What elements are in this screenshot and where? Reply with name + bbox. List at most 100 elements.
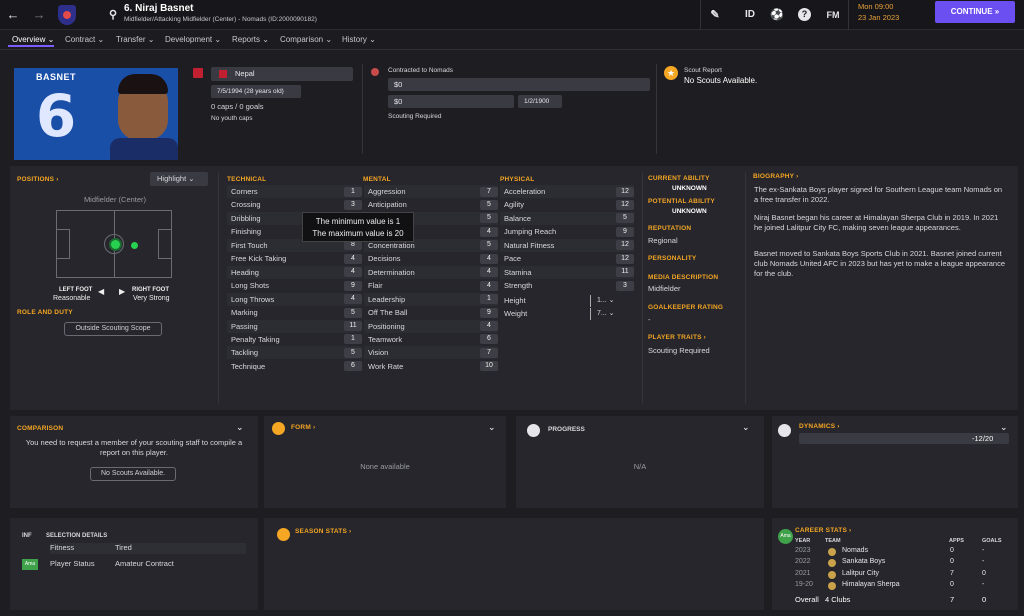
continue-label: CONTINUE: [950, 7, 993, 16]
biography-title[interactable]: BIOGRAPHY ›: [753, 173, 798, 180]
right-foot-value: Very Strong: [133, 295, 170, 302]
attribute-name[interactable]: Agility: [504, 198, 524, 211]
attribute-name[interactable]: Positioning: [368, 320, 405, 333]
attribute-name[interactable]: Natural Fitness: [504, 239, 554, 252]
career-team[interactable]: Himalayan Sherpa: [842, 581, 900, 588]
attribute-value: 6: [344, 361, 362, 372]
attribute-value: 5: [480, 213, 498, 224]
attribute-value: 4: [344, 294, 362, 305]
attribute-name[interactable]: Strength: [504, 279, 532, 292]
height-dropdown[interactable]: 1... ⌄: [590, 295, 630, 307]
biography-label: BIOGRAPHY: [753, 173, 795, 180]
attribute-name[interactable]: Long Shots: [231, 279, 269, 292]
attribute-name[interactable]: Marking: [231, 306, 258, 319]
attribute-name[interactable]: Tackling: [231, 346, 258, 359]
chevron-down-icon[interactable]: ⌄: [1000, 422, 1008, 433]
positions-title[interactable]: POSITIONS ›: [17, 176, 59, 183]
tab-comparison[interactable]: Comparison ⌄: [280, 35, 332, 44]
tab-history[interactable]: History ⌄: [342, 35, 376, 44]
physical-title: PHYSICAL: [500, 176, 535, 183]
football-icon[interactable]: ⚽: [770, 8, 784, 22]
attribute-name[interactable]: Flair: [368, 279, 383, 292]
left-foot-label: LEFT FOOT: [59, 287, 93, 293]
back-arrow-icon[interactable]: ←: [6, 8, 20, 22]
chevron-down-icon[interactable]: ⌄: [488, 422, 496, 433]
continue-button[interactable]: CONTINUE »: [935, 1, 1015, 23]
attribute-name[interactable]: Penalty Taking: [231, 333, 280, 346]
help-icon[interactable]: ?: [798, 8, 811, 21]
current-ability-value: UNKNOWN: [672, 185, 707, 192]
fm-menu-button[interactable]: FM: [824, 8, 842, 22]
attribute-name[interactable]: Vision: [368, 346, 388, 359]
career-apps: 0: [950, 581, 954, 589]
attribute-name[interactable]: Stamina: [504, 266, 532, 279]
attribute-name[interactable]: Teamwork: [368, 333, 402, 346]
attribute-name[interactable]: Heading: [231, 266, 259, 279]
search-icon[interactable]: ⚲: [106, 8, 120, 22]
attribute-value: 5: [344, 347, 362, 358]
tab-development[interactable]: Development ⌄: [165, 35, 221, 44]
player-traits-title[interactable]: PLAYER TRAITS ›: [648, 334, 706, 341]
nationality-field[interactable]: Nepal: [211, 67, 353, 81]
form-icon: [272, 422, 285, 435]
attribute-name[interactable]: Decisions: [368, 252, 401, 265]
attribute-name[interactable]: First Touch: [231, 239, 268, 252]
dynamics-title[interactable]: DYNAMICS ›: [799, 423, 840, 430]
tab-reports[interactable]: Reports ⌄: [232, 35, 269, 44]
weight-dropdown[interactable]: 7... ⌄: [590, 308, 630, 320]
attribute-name[interactable]: Aggression: [368, 185, 406, 198]
tab-transfer[interactable]: Transfer ⌄: [116, 35, 154, 44]
attribute-value: 1: [344, 334, 362, 345]
season-stats-title[interactable]: SEASON STATS ›: [295, 528, 351, 535]
attribute-name[interactable]: Balance: [504, 212, 531, 225]
progress-panel: PROGRESS ⌄ N/A: [516, 416, 764, 508]
attribute-value: 4: [344, 253, 362, 264]
attribute-name[interactable]: Finishing: [231, 225, 261, 238]
chevron-down-icon[interactable]: ⌄: [742, 422, 750, 433]
attribute-name[interactable]: Acceleration: [504, 185, 545, 198]
career-team[interactable]: Lalitpur City: [842, 570, 879, 577]
career-year: 19-20: [795, 581, 813, 589]
top-bar: ← → ⚲ 6. Niraj Basnet Midfielder/Attacki…: [0, 0, 1024, 30]
highlight-label: Highlight: [157, 174, 187, 183]
chevron-down-icon[interactable]: ⌄: [236, 422, 244, 433]
highlight-dropdown[interactable]: Highlight ⌄: [150, 172, 208, 186]
attribute-name[interactable]: Jumping Reach: [504, 225, 556, 238]
attribute-name[interactable]: Off The Ball: [368, 306, 407, 319]
career-team[interactable]: Sankata Boys: [842, 558, 885, 565]
attribute-name[interactable]: Crossing: [231, 198, 261, 211]
attribute-name[interactable]: Anticipation: [368, 198, 407, 211]
attribute-name[interactable]: Pace: [504, 252, 521, 265]
career-team[interactable]: Nomads: [842, 547, 868, 554]
date-time: Mon 09:00: [858, 2, 894, 11]
primary-position-marker: [111, 240, 120, 249]
form-title[interactable]: FORM ›: [291, 424, 315, 431]
id-button[interactable]: ID: [740, 8, 760, 22]
tab-contract[interactable]: Contract ⌄: [65, 35, 104, 44]
attribute-name[interactable]: Leadership: [368, 293, 405, 306]
club-crest-icon: [828, 582, 836, 591]
attribute-name[interactable]: Free Kick Taking: [231, 252, 286, 265]
attribute-value: 3: [344, 199, 362, 210]
attribute-name[interactable]: Dribbling: [231, 212, 261, 225]
forward-arrow-icon[interactable]: →: [32, 8, 46, 22]
dynamics-icon: [778, 424, 791, 437]
attribute-name[interactable]: Determination: [368, 266, 415, 279]
potential-ability-value: UNKNOWN: [672, 208, 707, 215]
attribute-name[interactable]: Technique: [231, 360, 265, 373]
tab-overview[interactable]: Overview ⌄: [12, 35, 54, 44]
inf-header: INF: [22, 533, 32, 539]
progress-empty-text: N/A: [633, 462, 647, 471]
attribute-name[interactable]: Passing: [231, 320, 258, 333]
club-crest-icon: [58, 5, 76, 25]
weight-value: 7...: [597, 310, 607, 317]
no-scouts-button[interactable]: No Scouts Available.: [90, 467, 176, 481]
status-value: Amateur Contract: [115, 559, 174, 568]
career-stats-title[interactable]: CAREER STATS ›: [795, 527, 851, 534]
pitch-left-box: [56, 229, 70, 259]
attribute-name[interactable]: Work Rate: [368, 360, 403, 373]
attribute-name[interactable]: Corners: [231, 185, 258, 198]
outside-scouting-scope-button[interactable]: Outside Scouting Scope: [64, 322, 162, 336]
attribute-name[interactable]: Long Throws: [231, 293, 274, 306]
edit-icon[interactable]: ✎: [708, 8, 722, 22]
